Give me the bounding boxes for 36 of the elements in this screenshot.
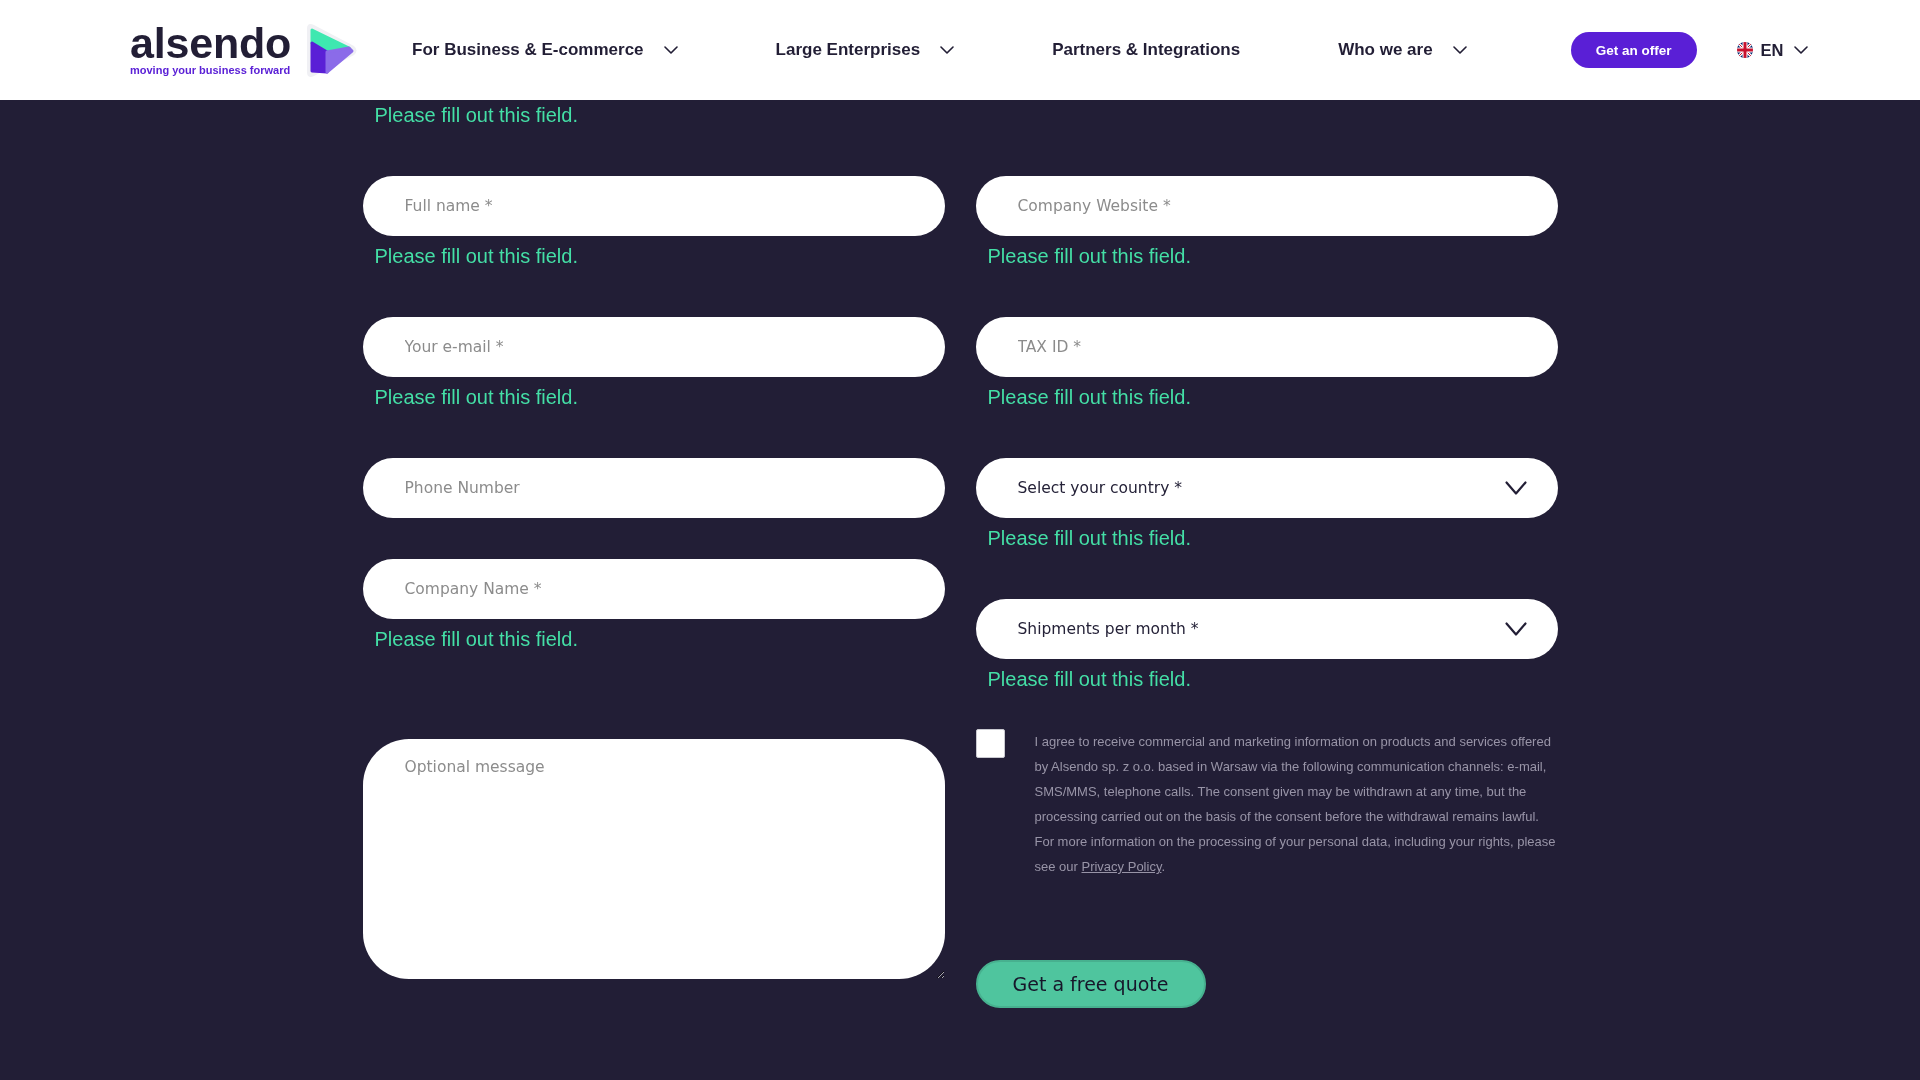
error-message: Please fill out this field. xyxy=(987,527,1191,549)
input-field[interactable]: Company Website * xyxy=(975,176,1558,236)
select-field[interactable]: Shipments per month * xyxy=(975,599,1558,659)
error-message: Please fill out this field. xyxy=(374,245,578,267)
offer-button[interactable]: Get an offer xyxy=(1570,32,1697,68)
chevron-icon xyxy=(1504,622,1527,636)
quote-button[interactable]: Get a free quote xyxy=(975,960,1206,1008)
nav-link[interactable]: Who we are xyxy=(1338,40,1467,60)
input-field[interactable]: Phone Number xyxy=(362,458,945,518)
select-field[interactable]: Select your country * xyxy=(975,458,1558,518)
caret-icon xyxy=(663,46,678,54)
logo-wordmark[interactable]: alsendo xyxy=(130,23,292,63)
input-field[interactable]: Full name * xyxy=(362,176,945,236)
input-field[interactable]: Company Name * xyxy=(362,559,945,619)
flag-icon xyxy=(1736,42,1753,58)
error-message: Please fill out this field. xyxy=(987,386,1191,408)
input-field[interactable]: Your e-mail * xyxy=(362,317,945,377)
language-selector[interactable]: EN xyxy=(1736,40,1808,60)
consent-text: I agree to receive commercial and marketing information on products and services offered by Alsendo sp. z o.o. based in Warsaw via the following communication channels: e-mail, SMS/MMS, telephone calls. The consent given may be withdrawn at any time, but the processing carried out on the basis of the consent before the withdrawal remains lawful. For more information on the processing of your personal data, including your rights, please see our Privacy Policy. xyxy=(1034,733,1557,876)
caret-icon xyxy=(940,46,955,54)
error-message: Please fill out this field. xyxy=(987,668,1191,690)
logo-icon xyxy=(305,21,359,79)
nav-link[interactable]: Partners & Integrations xyxy=(1052,40,1241,60)
caret-icon xyxy=(1793,46,1808,54)
chevron-icon xyxy=(1504,481,1527,495)
caret-icon xyxy=(1452,46,1467,54)
input-field[interactable]: TAX ID * xyxy=(975,317,1558,377)
error-message: Please fill out this field. xyxy=(374,104,578,126)
error-message: Please fill out this field. xyxy=(987,245,1191,267)
checkbox[interactable] xyxy=(975,729,1005,758)
error-message: Please fill out this field. xyxy=(374,628,578,650)
error-message: Please fill out this field. xyxy=(374,386,578,408)
nav-link[interactable]: For Business & E-commerce xyxy=(412,40,678,60)
message-field[interactable]: Optional message xyxy=(362,739,945,979)
nav-link[interactable]: Large Enterprises xyxy=(775,40,955,60)
logo-tagline: moving your business forward xyxy=(130,64,291,77)
